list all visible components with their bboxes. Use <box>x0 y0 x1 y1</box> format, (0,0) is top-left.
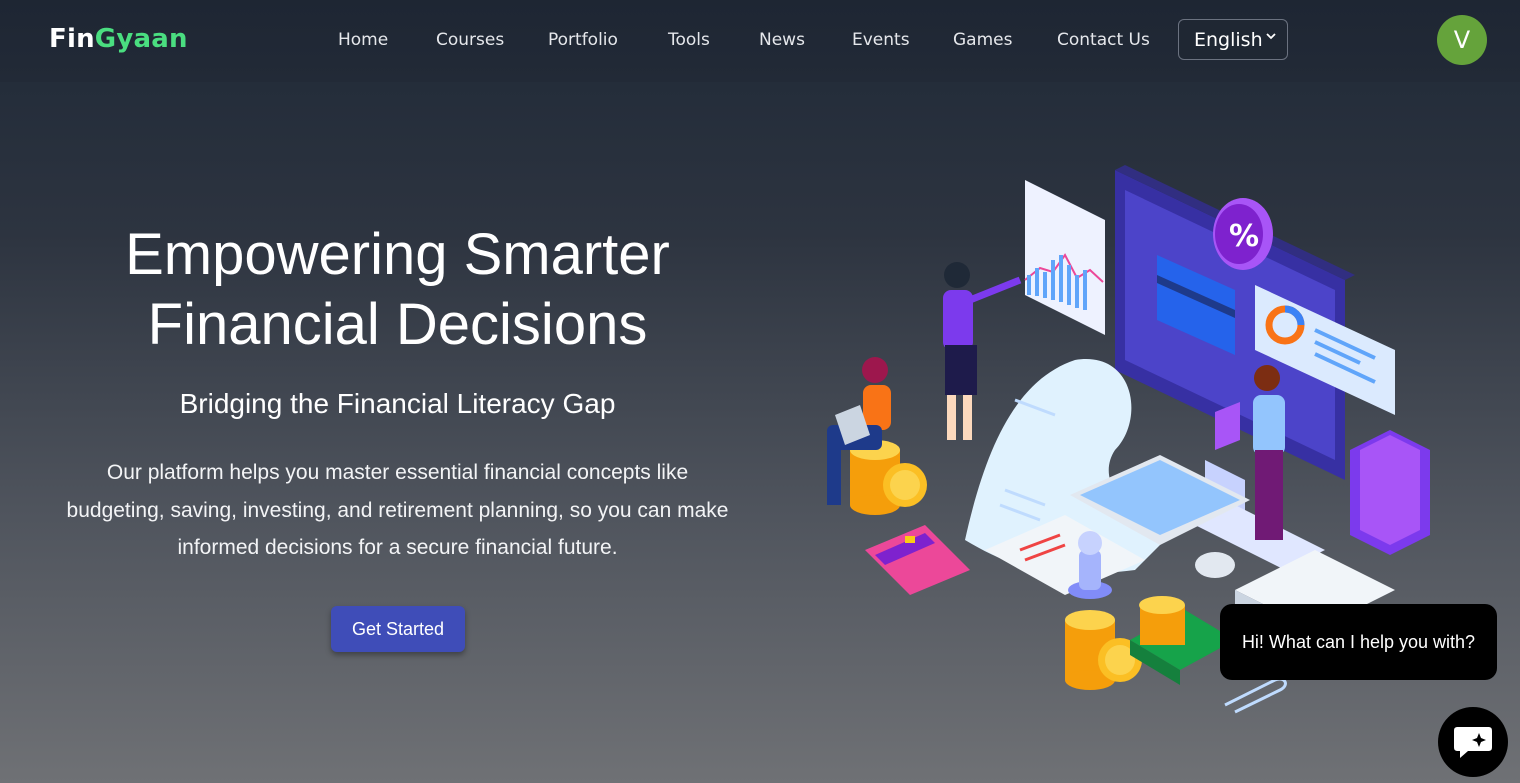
nav-home[interactable]: Home <box>338 30 388 50</box>
language-select[interactable]: English <box>1178 19 1288 60</box>
get-started-button[interactable]: Get Started <box>331 606 465 652</box>
nav-portfolio[interactable]: Portfolio <box>548 30 618 50</box>
nav-tools[interactable]: Tools <box>668 30 710 50</box>
hero-title-line2: Financial Decisions <box>147 292 648 357</box>
user-avatar[interactable]: V <box>1437 15 1487 65</box>
navbar: FinGyaan Home Courses Portfolio Tools Ne… <box>0 0 1520 82</box>
main-nav: Home Courses Portfolio Tools News Events… <box>0 0 1520 82</box>
hero-description: Our platform helps you master essential … <box>66 461 729 559</box>
chat-greeting-bubble[interactable]: Hi! What can I help you with? <box>1220 604 1497 680</box>
hero-subtitle: Bridging the Financial Literacy Gap <box>179 388 616 419</box>
hero-section: Empowering Smarter Financial Decisions B… <box>60 220 735 567</box>
chevron-down-icon <box>1266 33 1276 40</box>
svg-text:%: % <box>1229 219 1259 254</box>
nav-events[interactable]: Events <box>852 30 910 50</box>
nav-courses[interactable]: Courses <box>436 30 504 50</box>
nav-contact-us[interactable]: Contact Us <box>1057 30 1150 50</box>
language-select-value: English <box>1194 28 1263 51</box>
hero-title-line1: Empowering Smarter <box>125 222 670 287</box>
nav-games[interactable]: Games <box>953 30 1012 50</box>
nav-news[interactable]: News <box>759 30 805 50</box>
hero-title: Empowering Smarter Financial Decisions <box>60 220 735 360</box>
chat-icon <box>1454 727 1492 758</box>
chat-launcher-button[interactable] <box>1438 707 1508 777</box>
